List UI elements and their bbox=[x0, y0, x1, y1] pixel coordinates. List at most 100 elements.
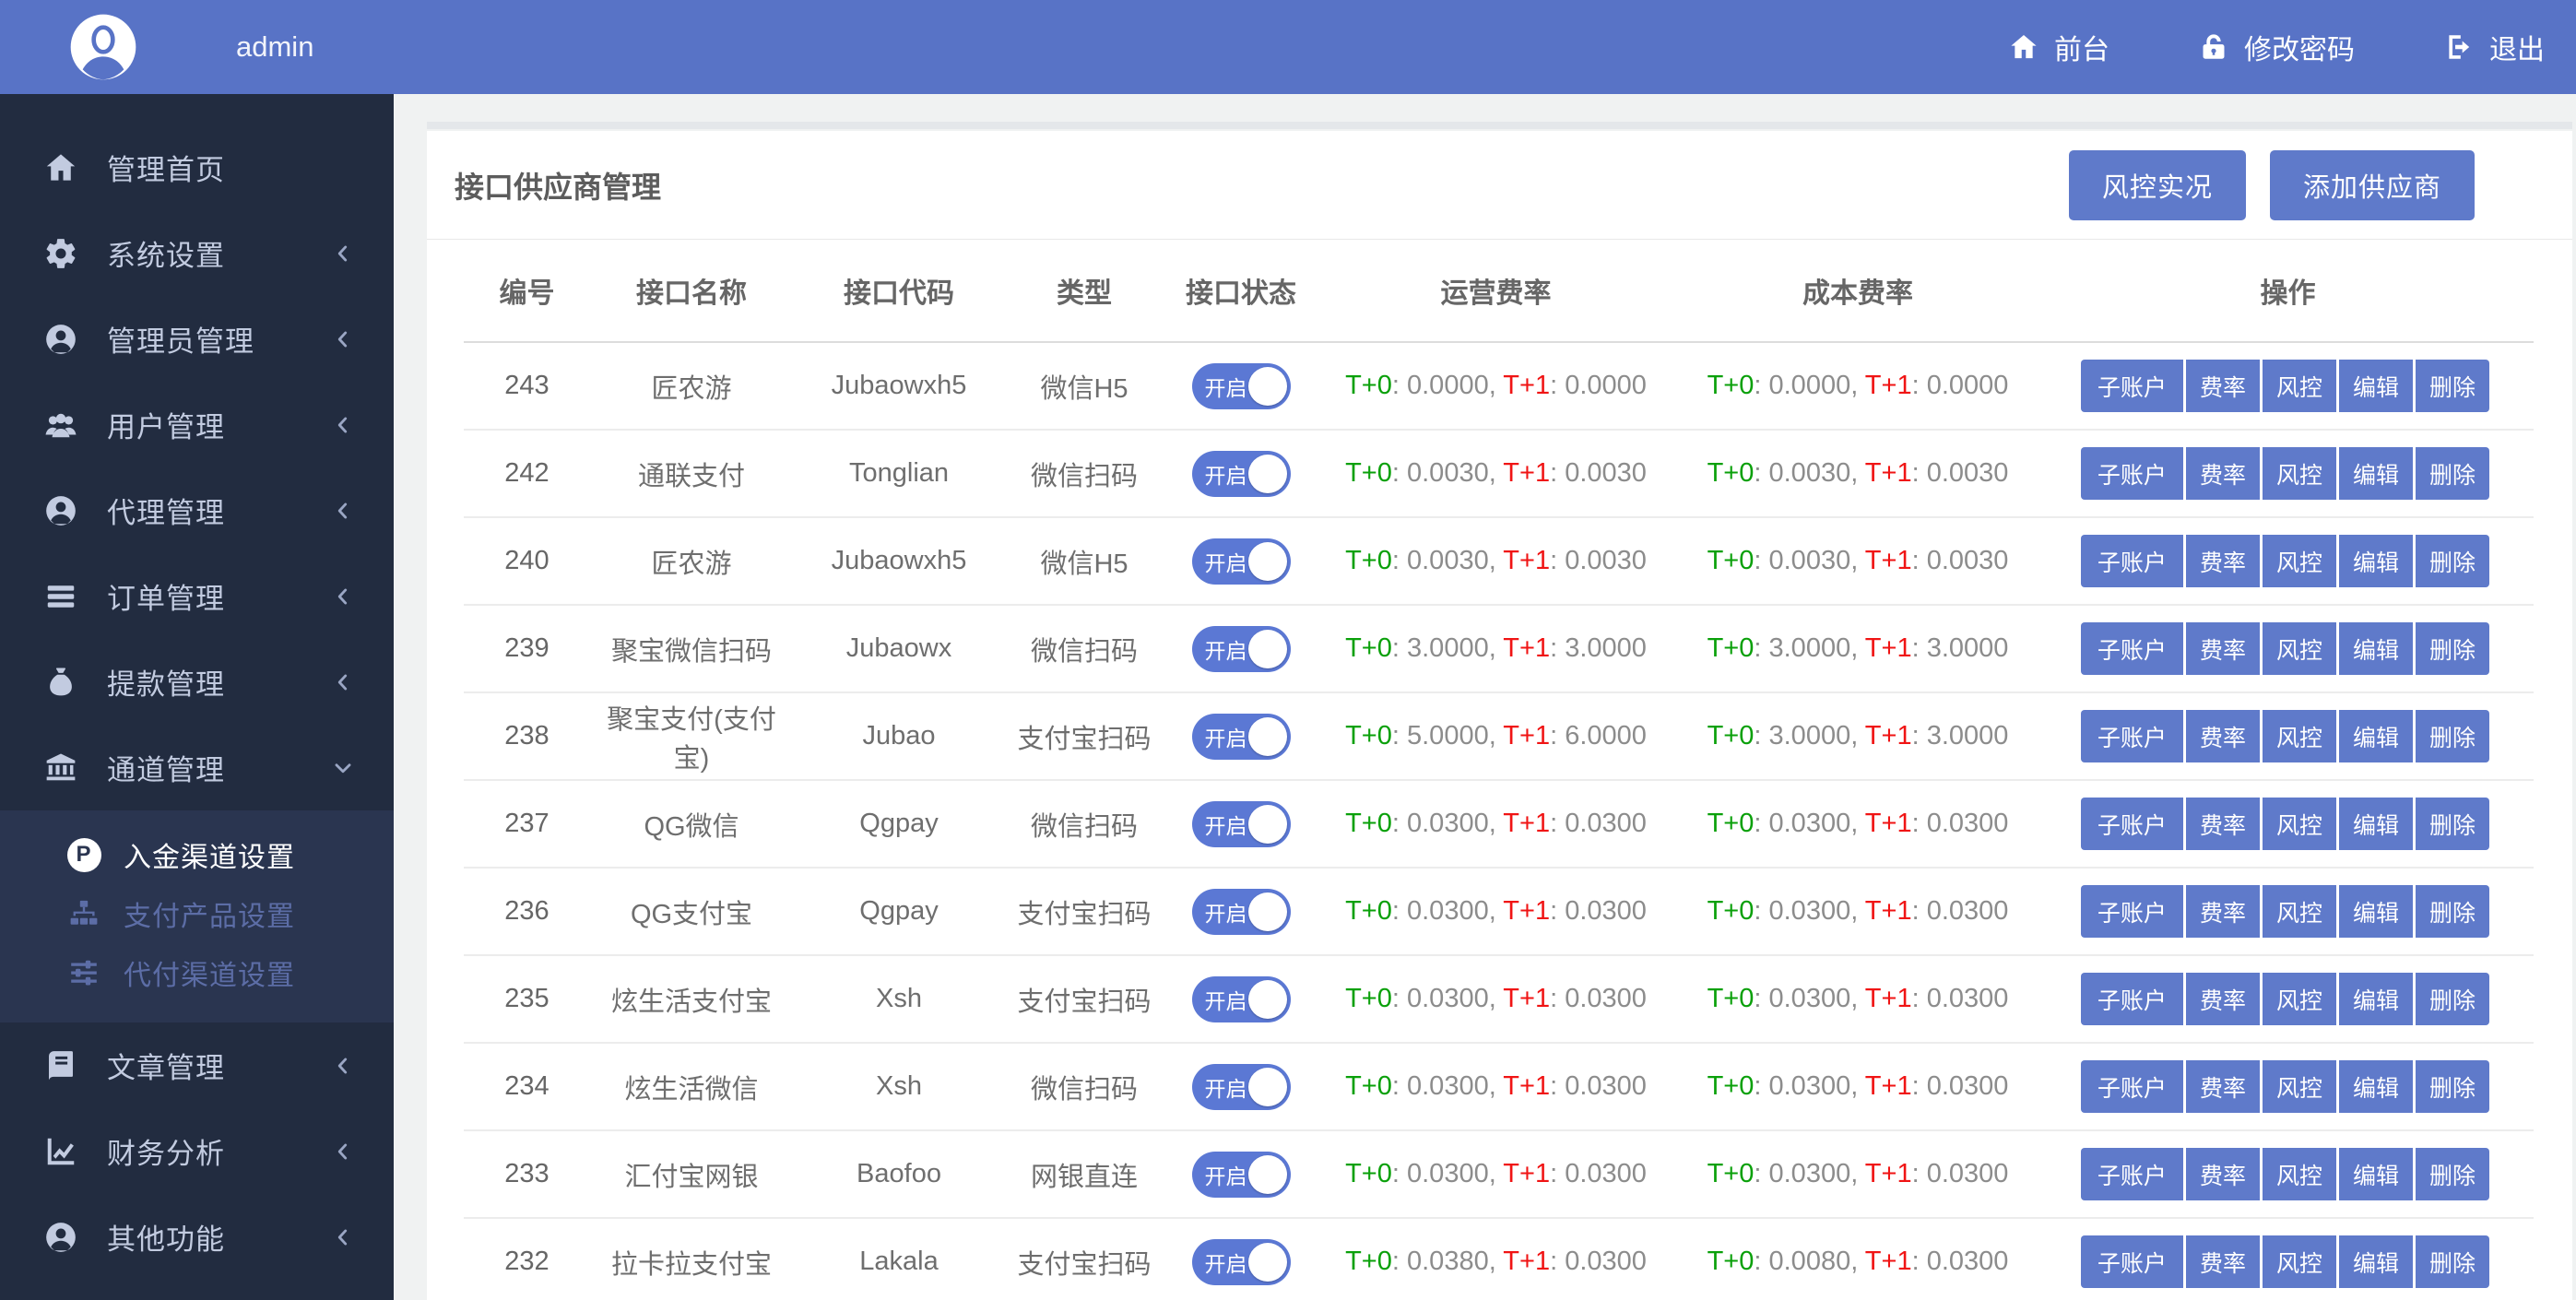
add-supplier-button[interactable]: 添加供应商 bbox=[2270, 150, 2475, 220]
sidebar-item-system-settings[interactable]: 系统设置 bbox=[0, 210, 394, 296]
topbar-link-logout[interactable]: 退出 bbox=[2443, 27, 2545, 67]
action-button-rate[interactable]: 费率 bbox=[2186, 447, 2260, 500]
status-toggle[interactable]: 开启 bbox=[1192, 538, 1291, 585]
status-toggle[interactable]: 开启 bbox=[1192, 801, 1291, 847]
action-button-sub-account[interactable]: 子账户 bbox=[2081, 360, 2183, 412]
action-button-rate[interactable]: 费率 bbox=[2186, 885, 2260, 938]
action-button-edit[interactable]: 编辑 bbox=[2339, 447, 2413, 500]
cell-cost-rate: T+0: 0.0080, T+1: 0.0300 bbox=[1673, 1247, 2042, 1277]
action-button-sub-account[interactable]: 子账户 bbox=[2081, 447, 2183, 500]
sidebar-subitem-deposit-channel-settings[interactable]: P入金渠道设置 bbox=[0, 825, 394, 884]
action-button-risk[interactable]: 风控 bbox=[2263, 1148, 2336, 1200]
action-button-delete[interactable]: 删除 bbox=[2416, 447, 2489, 500]
action-button-sub-account[interactable]: 子账户 bbox=[2081, 1235, 2183, 1288]
status-toggle[interactable]: 开启 bbox=[1192, 976, 1291, 1022]
action-button-risk[interactable]: 风控 bbox=[2263, 798, 2336, 850]
action-button-risk[interactable]: 风控 bbox=[2263, 535, 2336, 587]
action-button-rate[interactable]: 费率 bbox=[2186, 973, 2260, 1025]
action-button-risk[interactable]: 风控 bbox=[2263, 447, 2336, 500]
action-button-sub-account[interactable]: 子账户 bbox=[2081, 710, 2183, 762]
action-button-delete[interactable]: 删除 bbox=[2416, 973, 2489, 1025]
action-button-rate[interactable]: 费率 bbox=[2186, 710, 2260, 762]
action-button-risk[interactable]: 风控 bbox=[2263, 973, 2336, 1025]
action-button-risk[interactable]: 风控 bbox=[2263, 885, 2336, 938]
action-button-edit[interactable]: 编辑 bbox=[2339, 973, 2413, 1025]
action-button-delete[interactable]: 删除 bbox=[2416, 1060, 2489, 1113]
sidebar-item-channel-management[interactable]: 通道管理 bbox=[0, 725, 394, 810]
action-button-edit[interactable]: 编辑 bbox=[2339, 885, 2413, 938]
action-button-rate[interactable]: 费率 bbox=[2186, 360, 2260, 412]
sidebar-item-other-functions[interactable]: 其他功能 bbox=[0, 1194, 394, 1280]
action-button-sub-account[interactable]: 子账户 bbox=[2081, 1148, 2183, 1200]
sidebar-item-dashboard[interactable]: 管理首页 bbox=[0, 124, 394, 210]
risk-live-button[interactable]: 风控实况 bbox=[2069, 150, 2246, 220]
fee-separator: : bbox=[1912, 1071, 1927, 1101]
fee-t1-value: 0.0300 bbox=[1927, 809, 2009, 838]
action-button-edit[interactable]: 编辑 bbox=[2339, 1060, 2413, 1113]
cell-interface-code: Xsh bbox=[793, 984, 1005, 1014]
row-actions: 子账户费率风控编辑删除 bbox=[2042, 710, 2534, 762]
action-button-delete[interactable]: 删除 bbox=[2416, 535, 2489, 587]
action-button-edit[interactable]: 编辑 bbox=[2339, 1235, 2413, 1288]
action-button-edit[interactable]: 编辑 bbox=[2339, 798, 2413, 850]
sidebar-item-withdrawal-management[interactable]: 提款管理 bbox=[0, 639, 394, 725]
sidebar-subitem-payment-product-settings[interactable]: 支付产品设置 bbox=[0, 884, 394, 943]
action-button-delete[interactable]: 删除 bbox=[2416, 360, 2489, 412]
cell-no: 233 bbox=[464, 1159, 590, 1189]
action-button-delete[interactable]: 删除 bbox=[2416, 885, 2489, 938]
action-button-sub-account[interactable]: 子账户 bbox=[2081, 973, 2183, 1025]
action-button-delete[interactable]: 删除 bbox=[2416, 710, 2489, 762]
action-button-rate[interactable]: 费率 bbox=[2186, 1060, 2260, 1113]
sidebar-item-finance-analysis[interactable]: 财务分析 bbox=[0, 1108, 394, 1194]
cell-interface-name: QG支付宝 bbox=[590, 892, 793, 931]
action-button-risk[interactable]: 风控 bbox=[2263, 710, 2336, 762]
action-button-risk[interactable]: 风控 bbox=[2263, 360, 2336, 412]
action-button-edit[interactable]: 编辑 bbox=[2339, 622, 2413, 675]
sidebar-item-article-management[interactable]: 文章管理 bbox=[0, 1022, 394, 1108]
sidebar-item-order-management[interactable]: 订单管理 bbox=[0, 553, 394, 639]
status-toggle[interactable]: 开启 bbox=[1192, 1152, 1291, 1198]
action-button-delete[interactable]: 删除 bbox=[2416, 1148, 2489, 1200]
action-button-rate[interactable]: 费率 bbox=[2186, 1235, 2260, 1288]
status-toggle[interactable]: 开启 bbox=[1192, 451, 1291, 497]
action-button-rate[interactable]: 费率 bbox=[2186, 622, 2260, 675]
action-button-sub-account[interactable]: 子账户 bbox=[2081, 798, 2183, 850]
action-button-sub-account[interactable]: 子账户 bbox=[2081, 535, 2183, 587]
action-button-delete[interactable]: 删除 bbox=[2416, 798, 2489, 850]
cell-type: 微信扫码 bbox=[1005, 1068, 1164, 1106]
fee-separator: : bbox=[1754, 1159, 1768, 1188]
avatar bbox=[66, 10, 140, 84]
fee-separator: : bbox=[1754, 458, 1768, 488]
action-button-edit[interactable]: 编辑 bbox=[2339, 710, 2413, 762]
action-button-risk[interactable]: 风控 bbox=[2263, 1060, 2336, 1113]
action-button-edit[interactable]: 编辑 bbox=[2339, 1148, 2413, 1200]
sidebar-subitem-payout-channel-settings[interactable]: 代付渠道设置 bbox=[0, 943, 394, 1002]
action-button-rate[interactable]: 费率 bbox=[2186, 1148, 2260, 1200]
fee-t0-value: 0.0300 bbox=[1407, 984, 1489, 1013]
action-button-edit[interactable]: 编辑 bbox=[2339, 360, 2413, 412]
status-toggle[interactable]: 开启 bbox=[1192, 889, 1291, 935]
row-actions: 子账户费率风控编辑删除 bbox=[2042, 973, 2534, 1025]
action-button-rate[interactable]: 费率 bbox=[2186, 798, 2260, 850]
action-button-risk[interactable]: 风控 bbox=[2263, 1235, 2336, 1288]
action-button-risk[interactable]: 风控 bbox=[2263, 622, 2336, 675]
topbar-link-frontend[interactable]: 前台 bbox=[2008, 27, 2109, 67]
action-button-sub-account[interactable]: 子账户 bbox=[2081, 622, 2183, 675]
sidebar-item-user-management[interactable]: 用户管理 bbox=[0, 382, 394, 467]
status-toggle[interactable]: 开启 bbox=[1192, 714, 1291, 760]
sidebar-subitem-label: 支付产品设置 bbox=[124, 893, 295, 934]
fee-t0-value: 0.0300 bbox=[1769, 1071, 1851, 1101]
status-toggle[interactable]: 开启 bbox=[1192, 626, 1291, 672]
status-toggle[interactable]: 开启 bbox=[1192, 363, 1291, 409]
sidebar-item-admin-management[interactable]: 管理员管理 bbox=[0, 296, 394, 382]
status-toggle[interactable]: 开启 bbox=[1192, 1239, 1291, 1285]
sidebar-item-agent-management[interactable]: 代理管理 bbox=[0, 467, 394, 553]
topbar-link-change-password[interactable]: 修改密码 bbox=[2198, 27, 2355, 67]
action-button-edit[interactable]: 编辑 bbox=[2339, 535, 2413, 587]
status-toggle[interactable]: 开启 bbox=[1192, 1064, 1291, 1110]
action-button-sub-account[interactable]: 子账户 bbox=[2081, 1060, 2183, 1113]
action-button-sub-account[interactable]: 子账户 bbox=[2081, 885, 2183, 938]
action-button-delete[interactable]: 删除 bbox=[2416, 1235, 2489, 1288]
action-button-delete[interactable]: 删除 bbox=[2416, 622, 2489, 675]
action-button-rate[interactable]: 费率 bbox=[2186, 535, 2260, 587]
